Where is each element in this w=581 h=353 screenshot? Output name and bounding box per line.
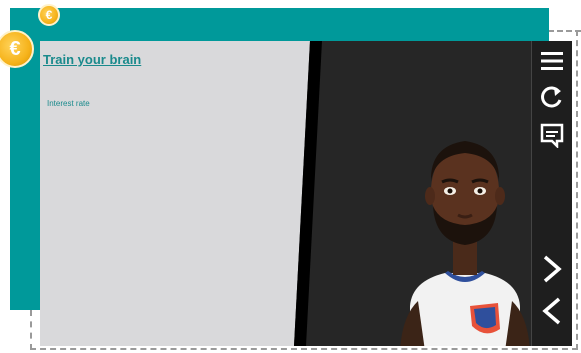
next-icon [543,255,562,283]
content-panel: Train your brain Interest rate [40,41,310,346]
previous-button[interactable] [536,295,568,327]
previous-icon [542,297,561,325]
coin-symbol: € [45,8,53,22]
menu-icon [541,52,563,70]
refresh-button[interactable] [536,81,568,113]
dashed-guide-left [30,310,32,350]
transcript-icon [540,123,564,148]
coin-symbol: € [9,37,21,60]
presenter-avatar [400,141,530,346]
next-button[interactable] [536,253,568,285]
transcript-button[interactable] [536,119,568,151]
side-toolbar [531,41,572,346]
lesson-stage: Train your brain Interest rate [40,41,572,346]
page-title[interactable]: Train your brain [43,52,141,67]
euro-coin-icon: € [38,4,60,26]
topic-label: Interest rate [47,99,90,108]
menu-button[interactable] [536,45,568,77]
refresh-icon [541,86,562,108]
